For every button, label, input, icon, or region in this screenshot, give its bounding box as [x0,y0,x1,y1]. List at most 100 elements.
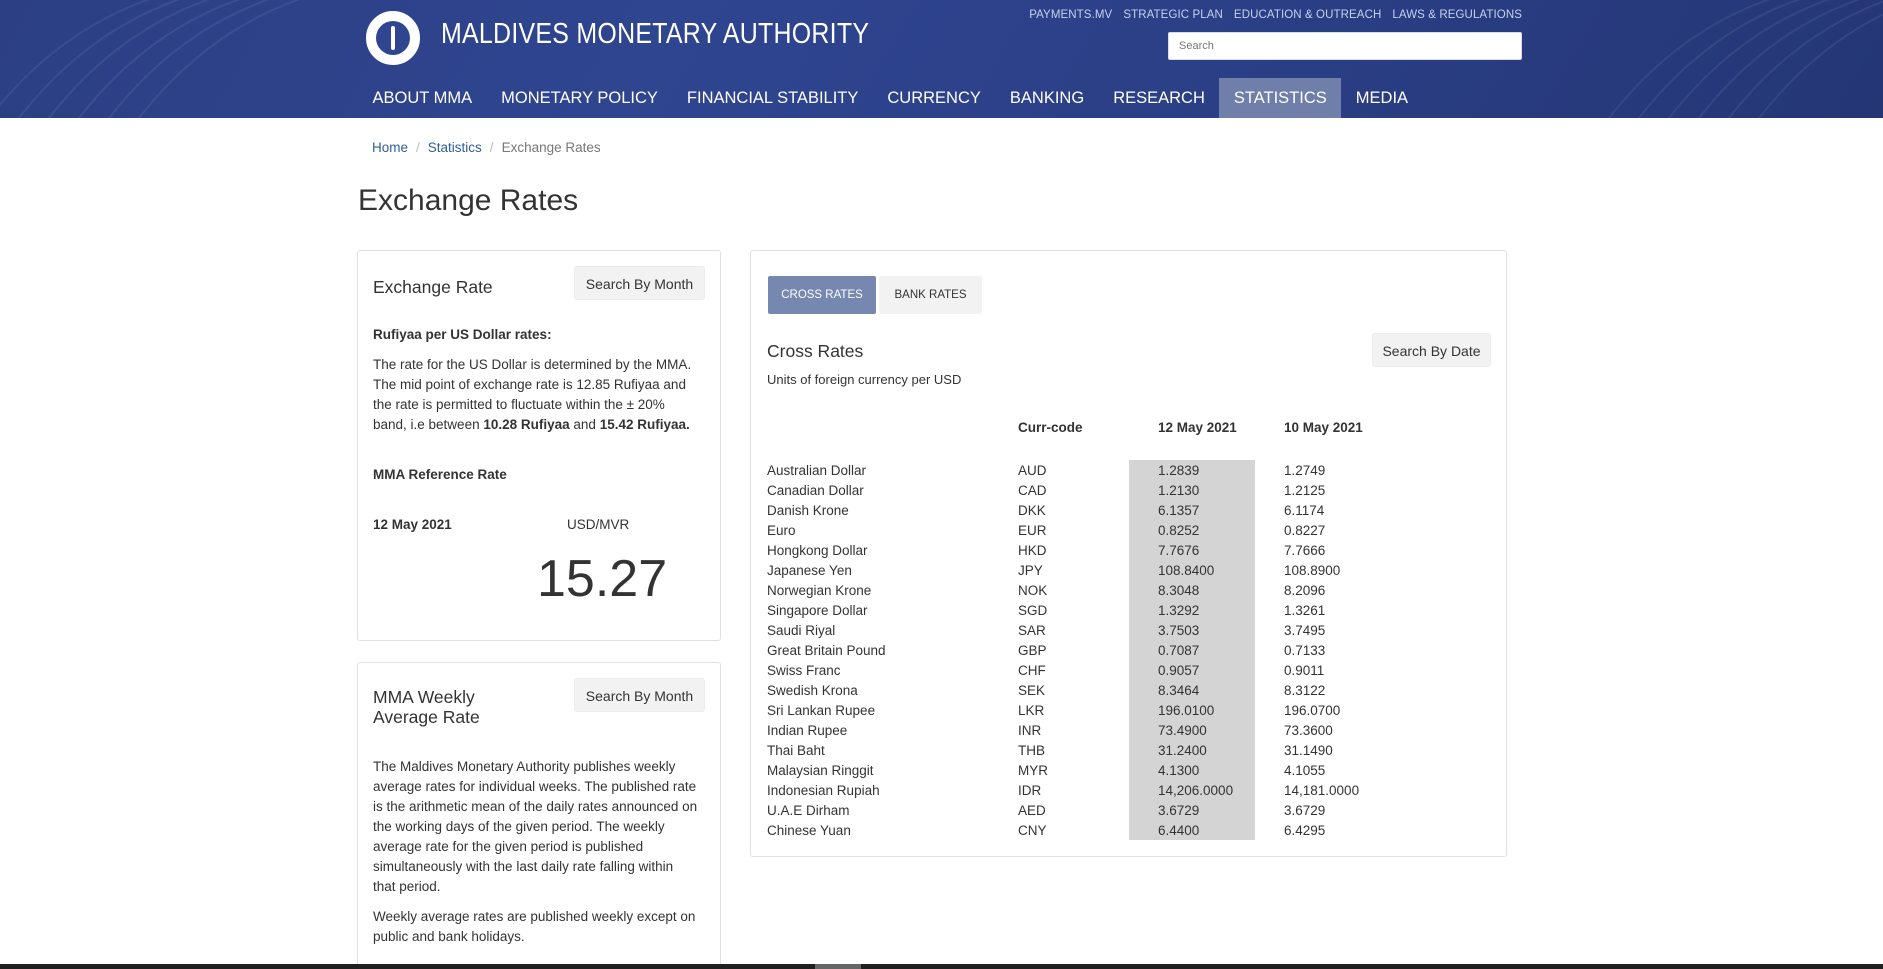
table-row: Norwegian Krone NOK 8.3048 8.2096 [767,580,1396,600]
top-link-strategic-plan[interactable]: STRATEGIC PLAN [1123,9,1223,21]
nav-currency[interactable]: CURRENCY [873,78,996,118]
weekly-holiday-note: Weekly average rates are published weekl… [373,907,718,947]
currency-code: SEK [1018,682,1046,698]
breadcrumb-home[interactable]: Home [372,140,408,155]
search-input[interactable] [1168,32,1522,60]
exchange-search-by-month-button[interactable]: Search By Month [574,266,705,300]
table-row: Chinese Yuan CNY 6.4400 6.4295 [767,820,1396,840]
rate-current: 14,206.0000 [1158,782,1234,798]
cross-rates-subtitle: Units of foreign currency per USD [767,372,962,387]
currency-code: SAR [1018,622,1046,638]
nav-banking[interactable]: BANKING [995,78,1098,118]
weekly-search-by-month-button[interactable]: Search By Month [574,678,705,712]
weekly-title-line: Average Rate [373,707,480,727]
weekly-description-line: is the arithmetic mean of the daily rate… [373,799,698,814]
nav-financial-stability[interactable]: FINANCIAL STABILITY [672,78,872,118]
nav-monetary-policy[interactable]: MONETARY POLICY [487,78,673,118]
rate-previous: 3.7495 [1284,622,1326,638]
rate-previous: 196.0700 [1284,702,1341,718]
currency-name: Chinese Yuan [767,822,851,838]
currency-name: Canadian Dollar [767,482,864,498]
nav-research[interactable]: RESEARCH [1099,78,1220,118]
rate-current: 6.1357 [1158,502,1200,518]
column-header-currency [767,420,1018,460]
table-row: Great Britain Pound GBP 0.7087 0.7133 [767,640,1396,660]
cross-rates-table: Curr-code 12 May 2021 10 May 2021 Austra… [767,420,1396,840]
currency-name: Singapore Dollar [767,602,868,618]
scrollbar-thumb[interactable] [815,964,861,969]
reference-rate-value: 15.27 [537,550,668,608]
currency-code: AUD [1018,462,1047,478]
site-title[interactable]: MALDIVES MONETARY AUTHORITY [441,18,869,51]
currency-code: MYR [1018,762,1048,778]
rate-current: 0.8252 [1158,522,1200,538]
currency-name: Saudi Riyal [767,622,836,638]
rate-current: 3.6729 [1158,802,1200,818]
weekly-average-panel: MMA Weekly Average Rate Search By Month … [357,662,721,969]
currency-name: Swiss Franc [767,662,841,678]
currency-code: SGD [1018,602,1048,618]
band-high-value: 15.42 Rufiyaa. [599,417,690,432]
breadcrumb-separator: / [416,140,420,155]
nav-about-mma[interactable]: ABOUT MMA [358,78,487,118]
mma-logo[interactable] [366,11,420,65]
rate-previous: 6.1174 [1284,502,1325,518]
currency-code: JPY [1018,562,1043,578]
rate-current: 1.2130 [1158,482,1200,498]
currency-name: Euro [767,522,796,538]
rate-previous: 4.1055 [1284,762,1326,778]
bottom-scrollbar[interactable] [0,964,1883,969]
top-link-education-outreach[interactable]: EDUCATION & OUTREACH [1234,9,1381,21]
exchange-description: The rate for the US Dollar is determined… [373,355,713,435]
weekly-description-line: that period. [373,879,441,894]
currency-code: HKD [1018,542,1047,558]
table-row: Singapore Dollar SGD 1.3292 1.3261 [767,600,1396,620]
band-low-value: 10.28 Rufiyaa [483,417,570,432]
rate-previous: 8.2096 [1284,582,1326,598]
tab-cross-rates[interactable]: CROSS RATES [768,276,876,314]
top-link-laws-regulations[interactable]: LAWS & REGULATIONS [1392,9,1522,21]
rate-previous: 73.3600 [1284,722,1333,738]
breadcrumb-statistics[interactable]: Statistics [428,140,482,155]
rate-current: 196.0100 [1158,702,1215,718]
table-row: Swiss Franc CHF 0.9057 0.9011 [767,660,1396,680]
currency-code: EUR [1018,522,1047,538]
column-header-previous-date: 10 May 2021 [1284,420,1363,435]
currency-name: Australian Dollar [767,462,867,478]
rate-previous: 1.2749 [1284,462,1326,478]
rate-previous: 6.4295 [1284,822,1326,838]
exchange-subtitle: Rufiyaa per US Dollar rates: [373,327,552,342]
table-row: Swedish Krona SEK 8.3464 8.3122 [767,680,1396,700]
rate-previous: 3.6729 [1284,802,1326,818]
table-row: Sri Lankan Rupee LKR 196.0100 196.0700 [767,700,1396,720]
rate-previous: 1.2125 [1284,482,1326,498]
breadcrumb: Home / Statistics / Exchange Rates [372,140,601,155]
search-by-date-button[interactable]: Search By Date [1372,333,1491,367]
currency-code: IDR [1018,782,1042,798]
nav-media[interactable]: MEDIA [1341,78,1422,118]
table-row: Hongkong Dollar HKD 7.7676 7.7666 [767,540,1396,560]
table-row: Japanese Yen JPY 108.8400 108.8900 [767,560,1396,580]
top-link-payments[interactable]: PAYMENTS.MV [1029,9,1112,21]
rate-previous: 0.7133 [1284,642,1326,658]
weekly-description-line: the working days of the given period. Th… [373,819,665,834]
rate-current: 4.1300 [1158,762,1200,778]
currency-code: DKK [1018,502,1046,518]
main-nav: ABOUT MMA MONETARY POLICY FINANCIAL STAB… [358,78,1423,118]
breadcrumb-current: Exchange Rates [501,140,601,155]
weekly-description-line: average rates for individual weeks. The … [373,779,697,794]
rate-current: 1.3292 [1158,602,1200,618]
currency-name: Swedish Krona [767,682,858,698]
currency-code: NOK [1018,582,1048,598]
description-line: band, i.e between 10.28 Rufiyaa and 15.4… [373,415,713,435]
table-row: Euro EUR 0.8252 0.8227 [767,520,1396,540]
currency-name: Indian Rupee [767,722,848,738]
rate-current: 7.7676 [1158,542,1200,558]
weekly-note-line: public and bank holidays. [373,929,525,944]
currency-name: Great Britain Pound [767,642,886,658]
currency-name: Japanese Yen [767,562,852,578]
table-row: Saudi Riyal SAR 3.7503 3.7495 [767,620,1396,640]
nav-statistics[interactable]: STATISTICS [1219,78,1342,118]
currency-name: Danish Krone [767,502,849,518]
tab-bank-rates[interactable]: BANK RATES [879,276,982,314]
